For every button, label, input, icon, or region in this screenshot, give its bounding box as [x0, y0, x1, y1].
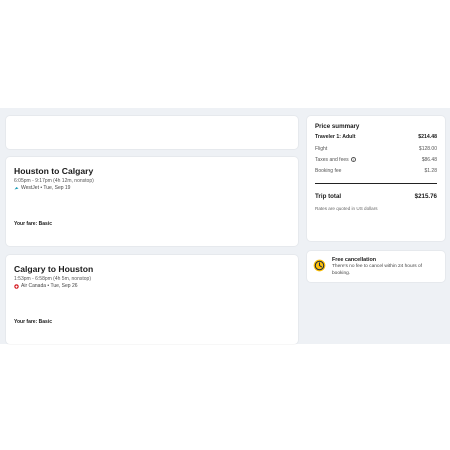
fare-type: Your fare: Basic	[14, 319, 52, 325]
summary-divider	[315, 183, 437, 184]
booking-fee-value: $1.28	[424, 168, 437, 174]
taxes-label: Taxes and fees	[315, 157, 349, 163]
flight-airline-row: Air Canada • Tue, Sep 26	[14, 283, 78, 289]
traveler-row: Traveler 1: Adult $214.48	[315, 134, 437, 140]
flight-price-value: $128.00	[418, 146, 437, 152]
flight-card-return[interactable]: Calgary to Houston 1:53pm - 6:58pm (4h 5…	[6, 255, 298, 344]
empty-card	[6, 116, 298, 149]
flight-times: 6:05pm - 9:17pm (4h 12m, nonstop)	[14, 178, 94, 184]
info-icon[interactable]: i	[350, 157, 356, 163]
price-summary-card: Price summary Traveler 1: Adult $214.48 …	[307, 116, 445, 241]
cancellation-text: There's no fee to cancel within 24 hours…	[332, 264, 422, 276]
flight-title: Calgary to Houston	[14, 264, 94, 274]
taxes-value: $86.48	[421, 157, 437, 163]
currency-note: Rates are quoted in US dollars	[315, 206, 378, 211]
price-summary-title: Price summary	[315, 123, 360, 130]
traveler-value: $214.48	[418, 134, 437, 140]
flight-airline-row: WestJet • Tue, Sep 19	[14, 185, 70, 191]
fare-type: Your fare: Basic	[14, 221, 52, 227]
flight-airline-date: WestJet • Tue, Sep 19	[21, 185, 71, 191]
flight-airline-date: Air Canada • Tue, Sep 26	[21, 283, 78, 289]
flight-card-outbound[interactable]: Houston to Calgary 6:05pm - 9:17pm (4h 1…	[6, 157, 298, 246]
flight-price-label: Flight	[315, 146, 328, 152]
cancellation-title: Free cancellation	[332, 257, 377, 263]
flight-times: 1:53pm - 6:58pm (4h 5m, nonstop)	[14, 276, 91, 282]
trip-total-row: Trip total $215.76	[315, 193, 437, 200]
trip-total-value: $215.76	[414, 193, 437, 200]
aircanada-logo-icon	[14, 283, 19, 289]
traveler-label: Traveler 1: Adult	[315, 134, 356, 140]
trip-total-label: Trip total	[315, 193, 342, 200]
flight-title: Houston to Calgary	[14, 166, 94, 176]
clock-icon	[313, 259, 326, 272]
westjet-logo-icon	[14, 186, 19, 189]
free-cancellation-card: Free cancellation There's no fee to canc…	[307, 251, 445, 282]
taxes-row: Taxes and fees i $86.48	[315, 157, 437, 163]
booking-fee-row: Booking fee $1.28	[315, 168, 437, 174]
booking-fee-label: Booking fee	[315, 168, 342, 174]
flight-price-row: Flight $128.00	[315, 146, 437, 152]
